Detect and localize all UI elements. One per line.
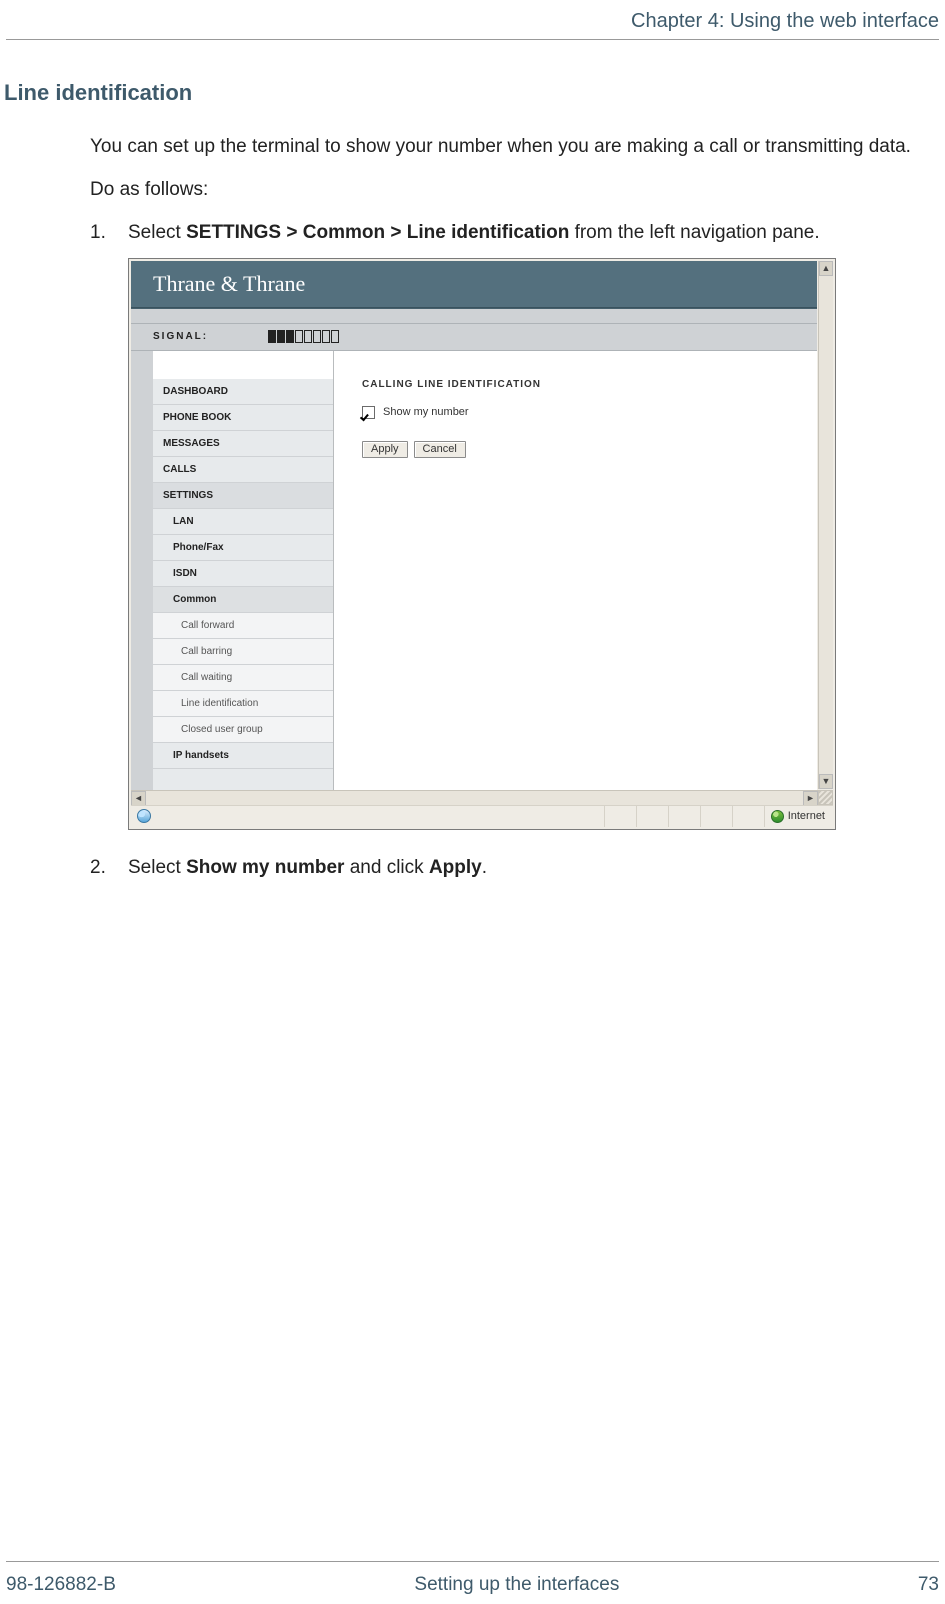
- document-page: Chapter 4: Using the web interface Line …: [0, 0, 945, 1604]
- nav-callbarring[interactable]: Call barring: [153, 639, 333, 665]
- ordered-steps: 1. Select SETTINGS > Common > Line ident…: [90, 219, 939, 248]
- step-text: Select Show my number and click Apply.: [128, 854, 939, 883]
- resize-grip-icon: [818, 790, 833, 805]
- page-body: DASHBOARD PHONE BOOK MESSAGES CALLS SETT…: [131, 351, 817, 791]
- browser-viewport: Thrane & Thrane SIGNAL:: [131, 261, 817, 789]
- footer-docnum: 98-126882-B: [6, 1574, 116, 1596]
- signal-bar-icon: [331, 330, 339, 343]
- statusbar-slot: [700, 806, 732, 827]
- nav-phonefax[interactable]: Phone/Fax: [153, 535, 333, 561]
- apply-button[interactable]: Apply: [362, 441, 408, 458]
- nav-isdn[interactable]: ISDN: [153, 561, 333, 587]
- horizontal-scrollbar[interactable]: ◄ ►: [131, 790, 818, 805]
- checkbox-label: Show my number: [383, 406, 469, 418]
- statusbar-slot: [636, 806, 668, 827]
- nav-top-gap: [153, 351, 333, 379]
- step-number: 2.: [90, 854, 128, 883]
- intro-paragraph-1: You can set up the terminal to show your…: [90, 134, 939, 161]
- zone-label: Internet: [788, 810, 825, 822]
- nav-callwaiting[interactable]: Call waiting: [153, 665, 333, 691]
- scroll-up-icon[interactable]: ▲: [819, 261, 833, 276]
- nav-lineident[interactable]: Line identification: [153, 691, 333, 717]
- browser-statusbar: Internet: [131, 805, 833, 827]
- browser-screenshot: Thrane & Thrane SIGNAL:: [128, 258, 836, 830]
- nav-lan[interactable]: LAN: [153, 509, 333, 535]
- signal-row: SIGNAL:: [131, 323, 817, 351]
- nav-closedgroup[interactable]: Closed user group: [153, 717, 333, 743]
- ie-icon: [131, 809, 157, 823]
- statusbar-slot: [732, 806, 764, 827]
- nav-messages[interactable]: MESSAGES: [153, 431, 333, 457]
- statusbar-zone: Internet: [764, 806, 833, 827]
- button-row: Apply Cancel: [362, 441, 817, 458]
- step-number: 1.: [90, 219, 128, 248]
- step-1: 1. Select SETTINGS > Common > Line ident…: [90, 219, 939, 248]
- step-bold-path: SETTINGS > Common > Line identification: [186, 222, 569, 243]
- nav-iphandsets[interactable]: IP handsets: [153, 743, 333, 769]
- signal-bars: [268, 330, 339, 343]
- statusbar-slot: [668, 806, 700, 827]
- intro-paragraph-2: Do as follows:: [90, 177, 939, 204]
- section-heading: Line identification: [4, 80, 945, 106]
- gray-padding: [131, 309, 817, 323]
- content-area: CALLING LINE IDENTIFICATION Show my numb…: [334, 351, 817, 791]
- scroll-right-icon[interactable]: ►: [803, 791, 818, 806]
- scroll-left-icon[interactable]: ◄: [131, 791, 146, 806]
- brand-text: Thrane & Thrane: [153, 271, 305, 297]
- left-gutter: [131, 351, 153, 791]
- step-bold: Apply: [429, 857, 482, 878]
- signal-bar-icon: [277, 330, 285, 343]
- step-mid: and click: [344, 857, 428, 878]
- nav-column: DASHBOARD PHONE BOOK MESSAGES CALLS SETT…: [153, 351, 334, 791]
- footer-rule: [6, 1561, 939, 1562]
- signal-bar-icon: [304, 330, 312, 343]
- nav-callforward[interactable]: Call forward: [153, 613, 333, 639]
- signal-bar-icon: [322, 330, 330, 343]
- content-heading: CALLING LINE IDENTIFICATION: [362, 379, 817, 390]
- step-text: Select SETTINGS > Common > Line identifi…: [128, 219, 939, 248]
- chapter-header: Chapter 4: Using the web interface: [0, 10, 945, 39]
- nav-common[interactable]: Common: [153, 587, 333, 613]
- nav-calls[interactable]: CALLS: [153, 457, 333, 483]
- signal-bar-icon: [295, 330, 303, 343]
- page-footer: 98-126882-B Setting up the interfaces 73: [6, 1574, 939, 1596]
- step-prefix: Select: [128, 857, 186, 878]
- checkbox-row: Show my number: [362, 406, 817, 419]
- step-suffix: from the left navigation pane.: [569, 222, 819, 243]
- footer-section: Setting up the interfaces: [414, 1574, 619, 1596]
- signal-bar-icon: [268, 330, 276, 343]
- show-my-number-checkbox[interactable]: [362, 406, 375, 419]
- header-rule: [6, 39, 939, 40]
- nav-settings[interactable]: SETTINGS: [153, 483, 333, 509]
- step-2: 2. Select Show my number and click Apply…: [90, 854, 939, 883]
- footer-pagenum: 73: [918, 1574, 939, 1596]
- nav-dashboard[interactable]: DASHBOARD: [153, 379, 333, 405]
- step-bold: Show my number: [186, 857, 344, 878]
- signal-bar-icon: [313, 330, 321, 343]
- statusbar-slot: [604, 806, 636, 827]
- nav-phonebook[interactable]: PHONE BOOK: [153, 405, 333, 431]
- brand-bar: Thrane & Thrane: [131, 261, 817, 307]
- vertical-scrollbar[interactable]: ▲ ▼: [818, 261, 833, 789]
- nav-list: DASHBOARD PHONE BOOK MESSAGES CALLS SETT…: [153, 379, 333, 769]
- step-suffix: .: [482, 857, 487, 878]
- signal-bar-icon: [286, 330, 294, 343]
- ordered-steps-cont: 2. Select Show my number and click Apply…: [90, 854, 939, 883]
- globe-icon: [771, 810, 784, 823]
- signal-label: SIGNAL:: [153, 331, 208, 342]
- cancel-button[interactable]: Cancel: [414, 441, 466, 458]
- step-prefix: Select: [128, 222, 186, 243]
- scroll-down-icon[interactable]: ▼: [819, 774, 833, 789]
